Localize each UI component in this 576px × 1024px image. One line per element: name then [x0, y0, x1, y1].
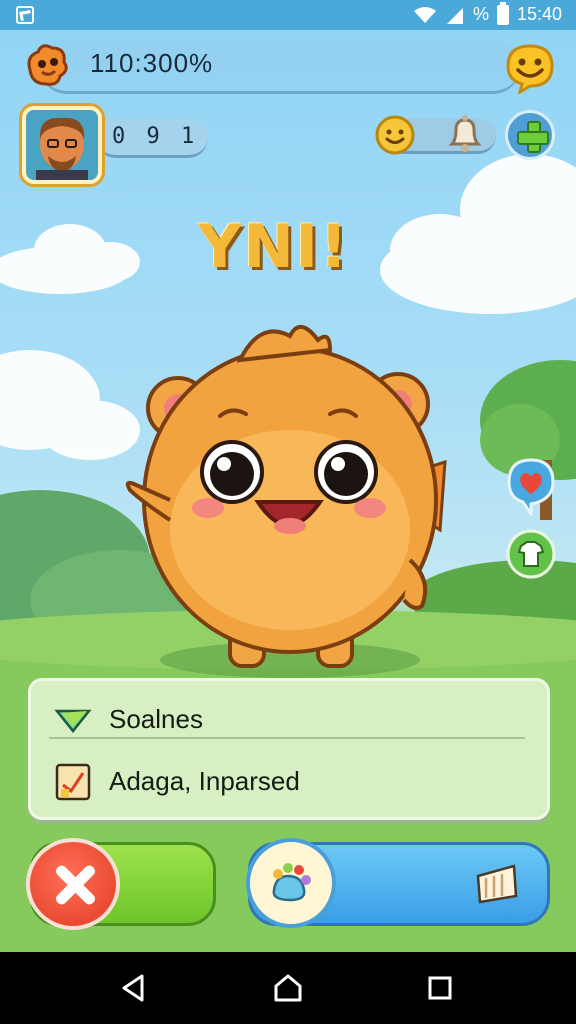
- smiley-face-icon[interactable]: [502, 42, 556, 94]
- mascot-character[interactable]: [0, 0, 576, 700]
- info-panel: Soalnes Adaga, Inparsed: [28, 678, 550, 820]
- paw-button[interactable]: [246, 838, 336, 928]
- battery-percent: %: [472, 4, 489, 24]
- flag-icon: [476, 864, 518, 904]
- back-icon[interactable]: [118, 972, 150, 1004]
- status-bar: % 15:40: [0, 0, 576, 30]
- recent-apps-icon[interactable]: [424, 972, 456, 1004]
- score-text: 110:300%: [90, 48, 214, 78]
- close-icon[interactable]: [26, 838, 120, 930]
- home-icon[interactable]: [272, 972, 304, 1004]
- navigation-bar: [0, 952, 576, 1024]
- gems-label: Soalnes: [109, 703, 203, 734]
- checklist-icon: [55, 763, 91, 801]
- list-item-quest[interactable]: Adaga, Inparsed: [53, 755, 533, 807]
- gem-icon: [54, 709, 92, 734]
- bell-icon[interactable]: [444, 112, 486, 156]
- coin-icon: [375, 115, 415, 155]
- mascot-logo-icon[interactable]: [22, 40, 72, 90]
- panel-divider: [49, 737, 525, 739]
- clock: 15:40: [516, 4, 562, 24]
- add-currency-button[interactable]: [505, 110, 555, 160]
- game-title: YNI!: [198, 212, 350, 282]
- paw-icon: [272, 863, 311, 902]
- battery-icon: [496, 1, 509, 25]
- avatar-portrait: [26, 110, 98, 180]
- status-icons: % 15:40: [413, 1, 562, 25]
- shirt-icon[interactable]: [505, 528, 557, 580]
- signal-icon: [446, 7, 463, 24]
- player-avatar[interactable]: [22, 106, 102, 184]
- quest-label: Adaga, Inparsed: [109, 765, 300, 796]
- notification-app-icon: [16, 6, 34, 24]
- wifi-icon: [413, 6, 436, 23]
- level-text: 0 9 1: [112, 124, 199, 149]
- heart-icon[interactable]: [503, 456, 559, 516]
